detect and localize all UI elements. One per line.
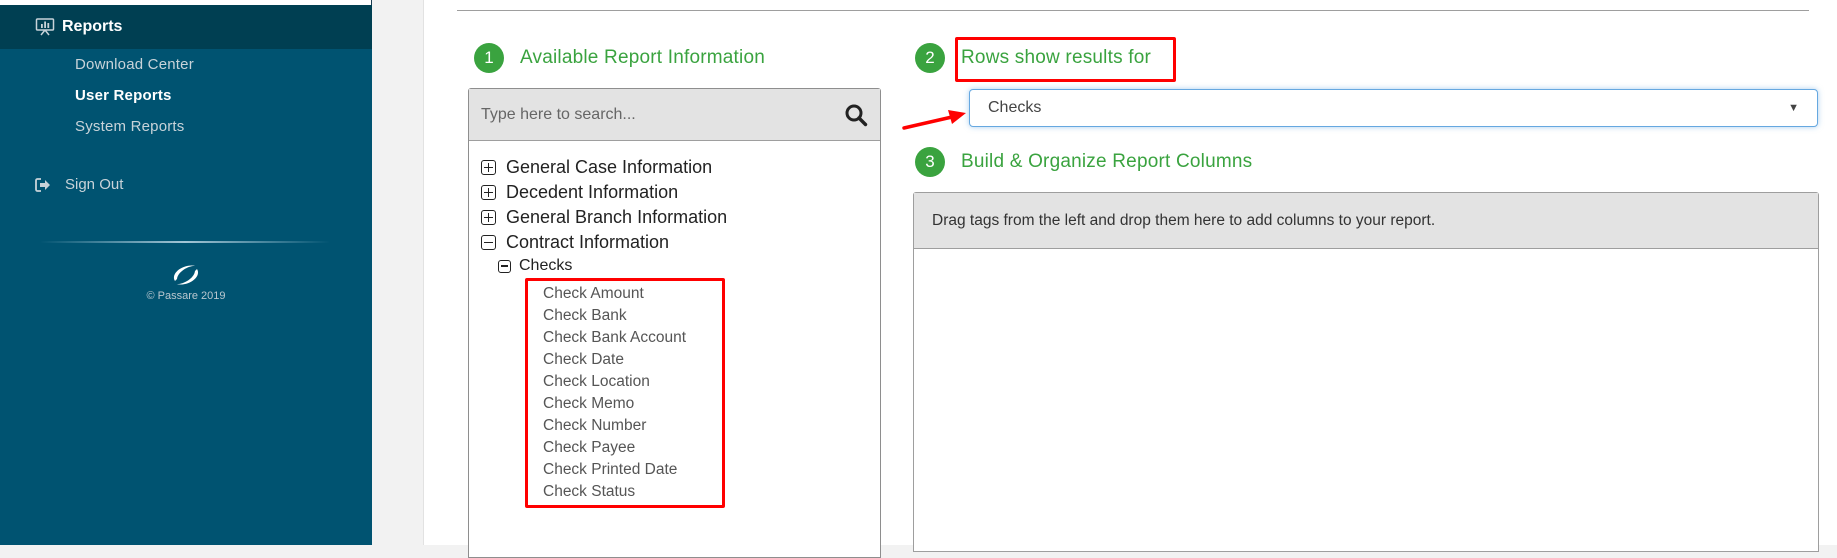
available-report-info-panel: General Case Information Decedent Inform…: [468, 88, 881, 558]
expand-plus-icon[interactable]: [481, 210, 496, 225]
sidebar-divider: [40, 241, 330, 243]
tree-category-label: Contract Information: [506, 232, 670, 252]
passare-logo-icon: [170, 263, 202, 287]
sidebar-section-label: Reports: [62, 18, 123, 35]
tree-category-contract[interactable]: Contract Information: [481, 230, 880, 255]
presentation-chart-icon: [35, 18, 55, 36]
field-tag[interactable]: Check Location: [543, 371, 722, 393]
dropdown-caret-icon[interactable]: ▼: [1788, 102, 1799, 114]
step-title: Build & Organize Report Columns: [961, 151, 1253, 172]
field-tag[interactable]: Check Printed Date: [543, 459, 722, 481]
tree-category-decedent[interactable]: Decedent Information: [481, 180, 880, 205]
report-info-tree: General Case Information Decedent Inform…: [469, 141, 880, 508]
tree-subcategory-checks[interactable]: Checks: [481, 255, 880, 277]
annotation-arrow-icon: [902, 110, 966, 130]
collapse-minus-icon[interactable]: [481, 235, 496, 250]
field-tag[interactable]: Check Number: [543, 415, 722, 437]
expand-plus-icon[interactable]: [481, 160, 496, 175]
collapse-minus-icon[interactable]: [498, 259, 511, 273]
tree-category-general-branch[interactable]: General Branch Information: [481, 205, 880, 230]
sidebar-section-reports[interactable]: Reports: [0, 5, 372, 49]
tree-category-general-case[interactable]: General Case Information: [481, 155, 880, 180]
content-gutter: [372, 0, 424, 545]
field-tag[interactable]: Check Memo: [543, 393, 722, 415]
checks-field-list-highlight: Check Amount Check Bank Check Bank Accou…: [525, 278, 725, 508]
field-tag[interactable]: Check Status: [543, 481, 722, 503]
annotation-highlight-box: [955, 37, 1176, 82]
step-number-badge: 3: [915, 147, 945, 177]
sidebar-item-system-reports[interactable]: System Reports: [75, 116, 194, 147]
tree-category-label: General Case Information: [506, 157, 713, 177]
sign-out-link[interactable]: Sign Out: [35, 176, 123, 193]
search-icon[interactable]: [844, 103, 868, 127]
rows-results-select-value: Checks: [988, 99, 1042, 116]
copyright-text: © Passare 2019: [146, 290, 226, 302]
step-number-badge: 1: [474, 43, 504, 73]
tree-category-label: Decedent Information: [506, 182, 679, 202]
sidebar: Reports Download Center User Reports Sys…: [0, 0, 373, 545]
columns-drop-zone[interactable]: [914, 249, 1818, 549]
sidebar-item-user-reports[interactable]: User Reports: [75, 85, 194, 116]
tree-category-label: General Branch Information: [506, 207, 728, 227]
tree-subcategory-label: Checks: [519, 257, 573, 274]
step-1-heading: 1 Available Report Information: [474, 43, 765, 73]
field-tag[interactable]: Check Date: [543, 349, 722, 371]
sign-out-label: Sign Out: [65, 176, 124, 193]
report-columns-panel: Drag tags from the left and drop them he…: [913, 192, 1819, 552]
rows-results-select[interactable]: Checks ▼: [969, 89, 1818, 127]
sidebar-subnav: Download Center User Reports System Repo…: [75, 54, 194, 147]
field-tag[interactable]: Check Bank Account: [543, 327, 722, 349]
step-number-badge: 2: [915, 43, 945, 73]
drop-hint: Drag tags from the left and drop them he…: [914, 193, 1818, 249]
step-3-heading: 3 Build & Organize Report Columns: [915, 147, 1252, 177]
field-tag[interactable]: Check Payee: [543, 437, 722, 459]
expand-plus-icon[interactable]: [481, 185, 496, 200]
sign-out-icon: [35, 177, 51, 192]
field-tag[interactable]: Check Bank: [543, 305, 722, 327]
search-bar: [469, 89, 880, 141]
sidebar-item-download-center[interactable]: Download Center: [75, 54, 194, 85]
step-title: Available Report Information: [520, 47, 765, 68]
search-input[interactable]: [481, 105, 844, 124]
top-divider: [457, 10, 1809, 11]
field-tag[interactable]: Check Amount: [543, 283, 722, 305]
